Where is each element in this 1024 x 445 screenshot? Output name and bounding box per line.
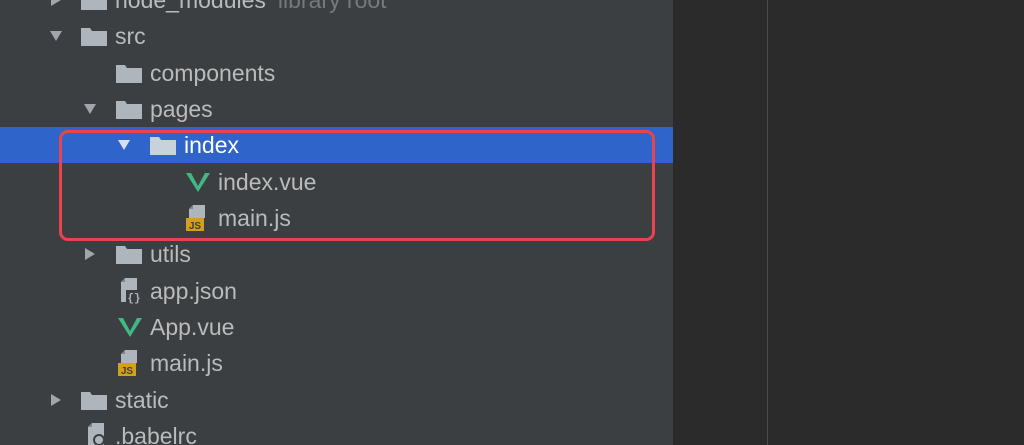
tree-label: App.vue [150, 314, 235, 340]
folder-icon [80, 389, 108, 411]
js-badge-text: JS [121, 366, 134, 377]
config-file-icon [84, 422, 110, 445]
folder-icon [115, 62, 143, 84]
tree-label: main.js [150, 350, 223, 376]
json-file-icon: {} [117, 277, 143, 305]
tree-label: components [150, 60, 276, 86]
tree-label: index.vue [218, 169, 317, 195]
tree-row-pages[interactable]: pages [0, 91, 673, 127]
tree-label: pages [150, 96, 213, 122]
tree-row-app-vue[interactable]: App.vue [0, 309, 673, 345]
tree-label: index [184, 132, 239, 158]
tree-label: app.json [150, 278, 237, 304]
vue-file-icon [117, 316, 143, 338]
folder-icon [149, 134, 177, 156]
tree-row-src[interactable]: src [0, 18, 673, 54]
tree-label: static [115, 387, 169, 413]
tree-label: utils [150, 241, 191, 267]
tree-label: src [115, 23, 146, 49]
folder-icon [115, 98, 143, 120]
collapsed-arrow-icon[interactable] [48, 0, 64, 8]
tree-row-babelrc[interactable]: .babelrc [0, 418, 673, 445]
folder-icon [80, 25, 108, 47]
vue-file-icon [185, 171, 211, 193]
js-badge-text: JS [189, 221, 202, 232]
project-tree-panel: node_modules library root src components … [0, 0, 673, 445]
tree-row-root-main-js[interactable]: JS main.js [0, 345, 673, 381]
tree-row-index-vue[interactable]: index.vue [0, 164, 673, 200]
expanded-arrow-icon[interactable] [82, 101, 98, 117]
editor-gutter-divider [767, 0, 768, 445]
tree-row-utils[interactable]: utils [0, 236, 673, 272]
tree-label: node_modules library root [115, 0, 387, 18]
tree-row-components[interactable]: components [0, 55, 673, 91]
editor-area [673, 0, 1024, 445]
tree-label: main.js [218, 205, 291, 231]
tree-row-main-js[interactable]: JS main.js [0, 200, 673, 236]
collapsed-arrow-icon[interactable] [48, 392, 64, 408]
js-file-icon: JS [185, 204, 211, 232]
folder-icon [115, 243, 143, 265]
tree-row-app-json[interactable]: {} app.json [0, 273, 673, 309]
expanded-arrow-icon[interactable] [116, 137, 132, 153]
tree-label: .babelrc [115, 423, 197, 445]
json-badge-text: {} [127, 293, 140, 305]
collapsed-arrow-icon[interactable] [82, 246, 98, 262]
js-file-icon: JS [117, 349, 143, 377]
library-root-suffix: library root [277, 0, 387, 13]
tree-row-static[interactable]: static [0, 382, 673, 418]
folder-icon [80, 0, 108, 11]
tree-row-node-modules[interactable]: node_modules library root [0, 0, 673, 18]
tree-row-index[interactable]: index [0, 127, 673, 163]
expanded-arrow-icon[interactable] [48, 28, 64, 44]
